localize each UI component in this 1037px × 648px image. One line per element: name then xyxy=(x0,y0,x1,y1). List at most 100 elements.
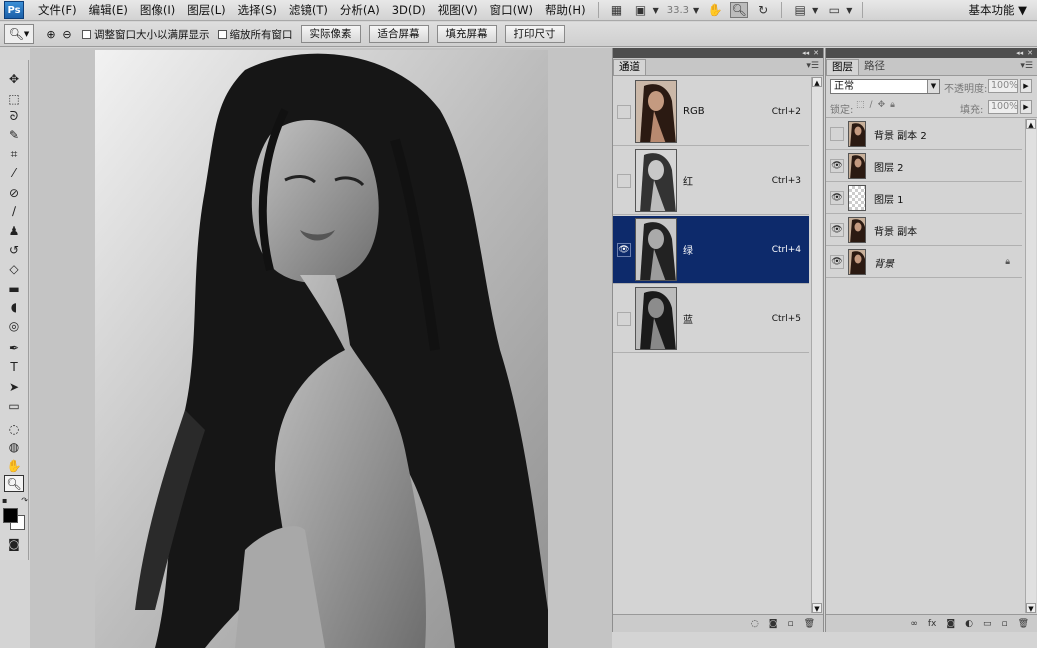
delete-layer-icon[interactable]: 🗑︎ xyxy=(1018,619,1029,629)
quick-mask-icon[interactable]: ◙ xyxy=(4,535,24,552)
tab-channels[interactable]: 通道 xyxy=(613,59,646,75)
link-layers-icon[interactable]: ∞ xyxy=(910,619,918,629)
type-tool-icon[interactable]: T xyxy=(4,358,24,375)
view-extras-icon[interactable]: ▣ xyxy=(632,2,650,18)
menu-3d[interactable]: 3D(D) xyxy=(386,0,432,20)
chevron-down-icon[interactable]: ▼ xyxy=(812,6,818,15)
save-selection-channel-icon[interactable]: ◙ xyxy=(769,619,778,629)
lasso-tool-icon[interactable]: ᘐ xyxy=(4,108,24,125)
tab-paths[interactable]: 路径 xyxy=(859,59,890,75)
lock-all-icon[interactable]: 🔒︎ xyxy=(890,100,895,110)
zoom-icon[interactable]: 🔍︎ xyxy=(730,2,749,18)
menu-window[interactable]: 窗口(W) xyxy=(484,0,539,20)
fill-screen-button[interactable]: 填充屏幕 xyxy=(436,25,497,43)
close-icon[interactable]: ✕ xyxy=(1027,49,1033,57)
layer-row[interactable]: 👁︎ 图层 1 xyxy=(826,183,1022,214)
quick-selection-tool-icon[interactable]: ✎ xyxy=(4,126,24,143)
layer-row[interactable]: 👁︎ 背景 副本 xyxy=(826,215,1022,246)
chevron-right-icon[interactable]: ▶ xyxy=(1020,100,1032,114)
scroll-up-icon[interactable]: ▲ xyxy=(1026,119,1036,129)
layers-scrollbar[interactable]: ▲ ▼ xyxy=(1025,119,1036,613)
hand-icon[interactable]: ✋ xyxy=(706,2,724,18)
zoom-in-icon[interactable]: ⊕ xyxy=(44,27,58,41)
channel-row-red[interactable]: 红 Ctrl+3 xyxy=(613,147,809,215)
visibility-toggle[interactable] xyxy=(617,173,631,188)
new-group-icon[interactable]: ▭ xyxy=(983,619,992,629)
chevron-right-icon[interactable]: ▶ xyxy=(1020,79,1032,93)
eye-icon[interactable]: 👁︎ xyxy=(830,223,844,237)
eyedropper-tool-icon[interactable]: ⁄ xyxy=(4,164,24,181)
zoom-all-windows-checkbox[interactable]: 缩放所有窗口 xyxy=(217,27,293,42)
visibility-toggle[interactable] xyxy=(830,127,844,141)
bridge-icon[interactable]: ▦ xyxy=(608,2,626,18)
zoom-level-readout[interactable]: 33.3 xyxy=(663,5,693,16)
3d-orbit-tool-icon[interactable]: ◍ xyxy=(4,438,24,455)
shape-tool-icon[interactable]: ▭ xyxy=(4,397,24,414)
layer-row[interactable]: 背景 副本 2 xyxy=(826,119,1022,150)
workspace-switcher[interactable]: 基本功能 ▼ xyxy=(969,2,1037,18)
load-channel-selection-icon[interactable]: ◌ xyxy=(751,619,759,629)
menu-layer[interactable]: 图层(L) xyxy=(181,0,231,20)
layer-row-background[interactable]: 👁︎ 背景 🔒︎ xyxy=(826,247,1022,278)
layer-row[interactable]: 👁︎ 图层 2 xyxy=(826,151,1022,182)
blur-tool-icon[interactable]: ◖ xyxy=(4,298,24,315)
scroll-down-icon[interactable]: ▼ xyxy=(812,603,822,613)
panel-menu-icon[interactable]: ▾☰ xyxy=(1020,61,1033,71)
eraser-tool-icon[interactable]: ◇ xyxy=(4,260,24,277)
visibility-toggle[interactable] xyxy=(617,311,631,326)
visibility-toggle[interactable] xyxy=(617,104,631,119)
channel-row-blue[interactable]: 蓝 Ctrl+5 xyxy=(613,285,809,353)
menu-analysis[interactable]: 分析(A) xyxy=(334,0,386,20)
eye-icon[interactable]: 👁︎ xyxy=(830,255,844,269)
foreground-color-swatch[interactable] xyxy=(3,508,18,523)
opacity-field[interactable]: 100% xyxy=(988,79,1018,93)
move-tool-icon[interactable]: ✥ xyxy=(4,70,24,87)
collapse-icon[interactable]: ◂◂ xyxy=(1016,49,1023,57)
arrange-documents-icon[interactable]: ▤ xyxy=(791,2,809,18)
path-selection-tool-icon[interactable]: ➤ xyxy=(4,378,24,395)
resize-windows-checkbox[interactable]: 调整窗口大小以满屏显示 xyxy=(82,27,210,42)
menu-file[interactable]: 文件(F) xyxy=(32,0,83,20)
eye-icon[interactable]: 👁︎ xyxy=(830,159,844,173)
chevron-down-icon[interactable]: ▼ xyxy=(846,6,852,15)
menu-edit[interactable]: 编辑(E) xyxy=(83,0,134,20)
document-canvas[interactable] xyxy=(30,48,612,648)
layer-style-icon[interactable]: fx xyxy=(928,619,937,629)
menu-view[interactable]: 视图(V) xyxy=(432,0,484,20)
eye-icon[interactable]: 👁︎ xyxy=(830,191,844,205)
history-brush-tool-icon[interactable]: ↺ xyxy=(4,241,24,258)
pen-tool-icon[interactable]: ✒ xyxy=(4,339,24,356)
chevron-down-icon[interactable]: ▼ xyxy=(653,6,659,15)
chevron-down-icon[interactable]: ▼ xyxy=(693,6,699,15)
fit-screen-button[interactable]: 适合屏幕 xyxy=(368,25,429,43)
lock-transparency-icon[interactable]: ⬚ xyxy=(856,100,865,110)
zoom-tool-icon[interactable]: 🔍︎ xyxy=(4,475,24,492)
new-layer-icon[interactable]: ▫ xyxy=(1001,619,1007,629)
brush-tool-icon[interactable]: ∕ xyxy=(4,202,24,219)
channels-scrollbar[interactable]: ▲ ▼ xyxy=(811,77,822,613)
new-channel-icon[interactable]: ▫ xyxy=(787,619,793,629)
layer-mask-icon[interactable]: ◙ xyxy=(946,619,955,629)
print-size-button[interactable]: 打印尺寸 xyxy=(504,25,565,43)
clone-stamp-tool-icon[interactable]: ♟ xyxy=(4,222,24,239)
menu-help[interactable]: 帮助(H) xyxy=(539,0,592,20)
eye-icon[interactable]: 👁︎ xyxy=(617,242,631,257)
delete-channel-icon[interactable]: 🗑︎ xyxy=(804,619,815,629)
channel-row-green[interactable]: 👁︎ 绿 Ctrl+4 xyxy=(613,216,809,284)
healing-brush-tool-icon[interactable]: ⊘ xyxy=(4,184,24,201)
tab-layers[interactable]: 图层 xyxy=(826,59,859,75)
scroll-up-icon[interactable]: ▲ xyxy=(812,77,822,87)
zoom-out-icon[interactable]: ⊖ xyxy=(60,27,74,41)
adjustment-layer-icon[interactable]: ◐ xyxy=(965,619,973,629)
marquee-tool-icon[interactable]: ⬚ xyxy=(4,90,24,107)
tool-preset-picker[interactable]: 🔍︎ ▼ xyxy=(4,24,34,44)
screen-mode-icon[interactable]: ▭ xyxy=(825,2,843,18)
gradient-tool-icon[interactable]: ▬ xyxy=(4,280,24,297)
panel-menu-icon[interactable]: ▾☰ xyxy=(806,61,819,71)
default-colors-icon[interactable]: ▪ ↷ xyxy=(2,492,28,509)
menu-select[interactable]: 选择(S) xyxy=(232,0,283,20)
scroll-down-icon[interactable]: ▼ xyxy=(1026,603,1036,613)
blend-mode-select[interactable]: 正常 ▼ xyxy=(830,79,940,94)
close-icon[interactable]: ✕ xyxy=(813,49,819,57)
menu-image[interactable]: 图像(I) xyxy=(134,0,181,20)
